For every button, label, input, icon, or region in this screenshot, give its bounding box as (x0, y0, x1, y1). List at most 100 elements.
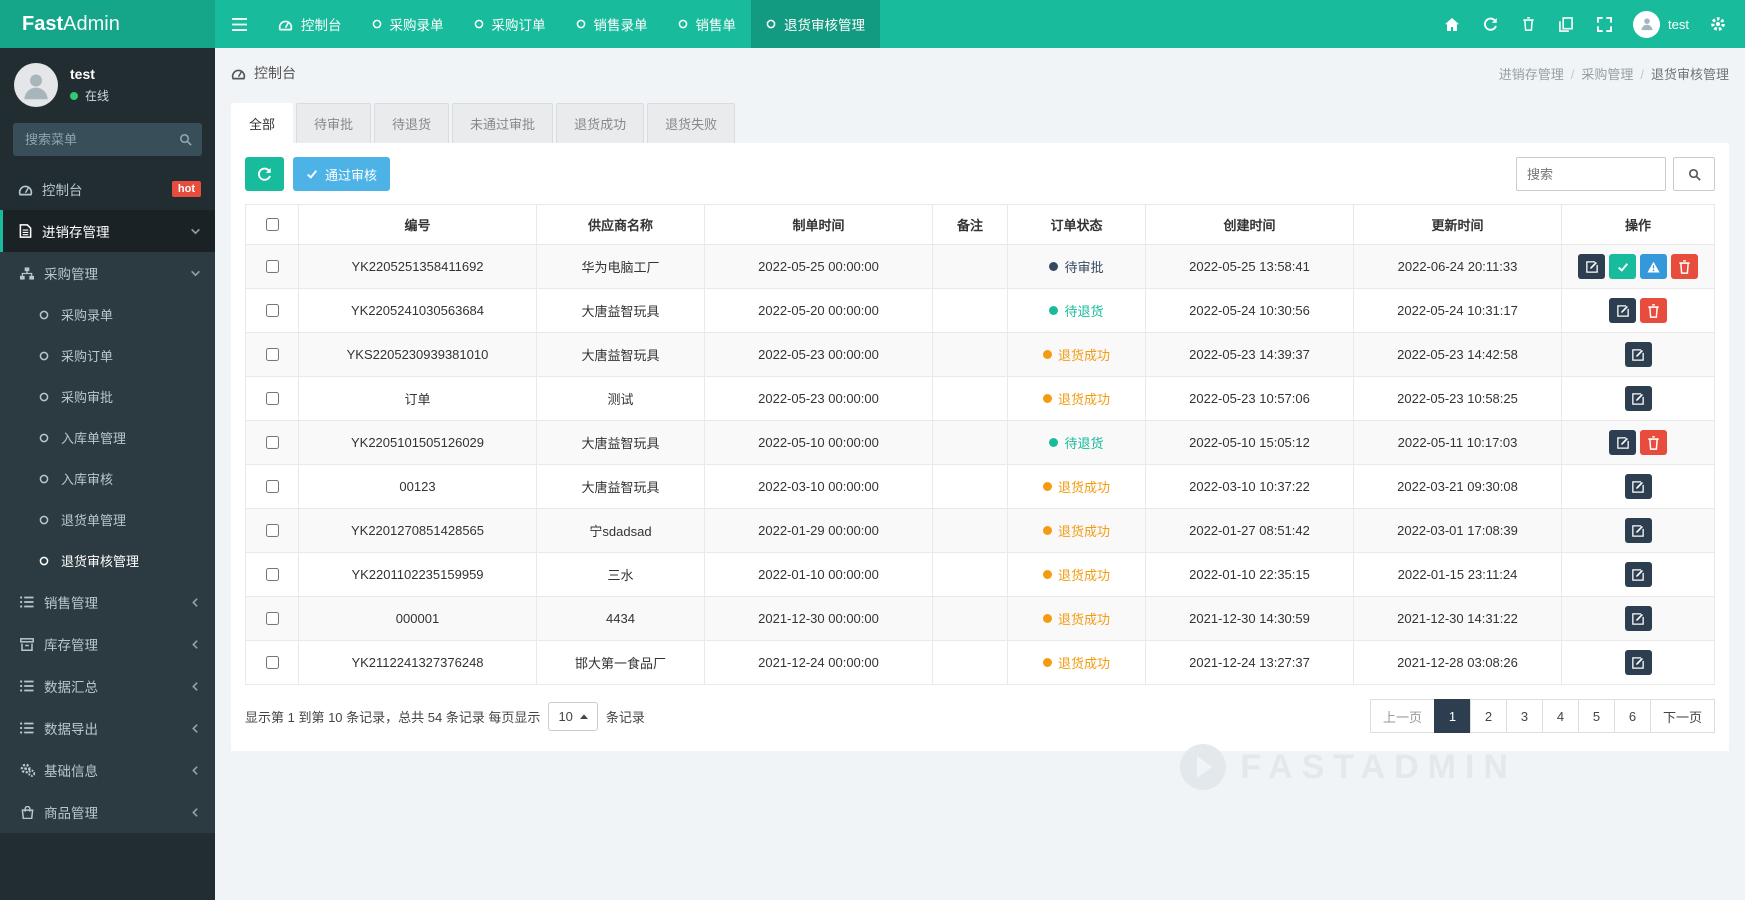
sidebar-item-label: 退货单管理 (61, 513, 127, 528)
column-header[interactable]: 操作 (1561, 204, 1715, 245)
topnav-tab[interactable]: 采购订单 (459, 0, 561, 48)
filter-tab[interactable]: 全部 (231, 103, 294, 143)
home-button[interactable] (1433, 0, 1471, 48)
sidebar-item[interactable]: 商品管理 (0, 791, 215, 833)
sidebar-item[interactable]: 基础信息 (0, 749, 215, 791)
topnav-tab[interactable]: 销售单 (663, 0, 752, 48)
delete-button[interactable] (1671, 254, 1698, 279)
chevron-down-icon (190, 268, 201, 279)
topnav-tab[interactable]: 控制台 (263, 0, 357, 48)
sidebar-item[interactable]: 采购管理 (0, 252, 215, 294)
menu-search-input[interactable] (13, 123, 202, 156)
row-checkbox[interactable] (266, 656, 279, 669)
trash-button[interactable] (1509, 0, 1547, 48)
row-checkbox[interactable] (266, 524, 279, 537)
sidebar-item[interactable]: 数据汇总 (0, 665, 215, 707)
settings-button[interactable] (1699, 0, 1737, 48)
row-checkbox[interactable] (266, 436, 279, 449)
edit-button[interactable] (1624, 386, 1652, 411)
edit-button[interactable] (1609, 298, 1636, 323)
column-header[interactable]: 备注 (932, 204, 1008, 245)
sidebar-item[interactable]: 销售管理 (0, 581, 215, 623)
sidebar-item[interactable]: 库存管理 (0, 623, 215, 665)
sidebar-item[interactable]: 入库单管理 (0, 417, 215, 458)
check-icon (1617, 261, 1629, 273)
page-button[interactable]: 6 (1613, 699, 1651, 733)
breadcrumb-item[interactable]: 退货审核管理 (1651, 67, 1729, 82)
row-checkbox[interactable] (266, 480, 279, 493)
delete-button[interactable] (1640, 430, 1667, 455)
row-checkbox[interactable] (266, 392, 279, 405)
row-checkbox[interactable] (266, 612, 279, 625)
edit-icon (1616, 436, 1629, 449)
page-button[interactable]: 4 (1541, 699, 1579, 733)
row-checkbox[interactable] (266, 568, 279, 581)
page-button[interactable]: 上一页 (1369, 699, 1435, 733)
sidebar-item[interactable]: 采购订单 (0, 335, 215, 376)
breadcrumb-item[interactable]: 采购管理 (1581, 67, 1633, 82)
approve-button[interactable] (1609, 254, 1636, 279)
sidebar-item[interactable]: 退货单管理 (0, 499, 215, 540)
row-checkbox[interactable] (266, 304, 279, 317)
user-menu[interactable]: test (1623, 0, 1699, 48)
topnav-tab[interactable]: 采购录单 (357, 0, 459, 48)
fullscreen-button[interactable] (1585, 0, 1623, 48)
edit-button[interactable] (1624, 518, 1652, 543)
column-header[interactable]: 制单时间 (704, 204, 933, 245)
row-checkbox[interactable] (266, 348, 279, 361)
sidebar-item-label: 进销存管理 (42, 225, 110, 240)
files-button[interactable] (1547, 0, 1585, 48)
topnav-tab[interactable]: 销售录单 (561, 0, 663, 48)
table-header-row: 编号 供应商名称 制单时间 备注 订单状态 创建时间 更新时间 操作 (245, 204, 1715, 245)
page-button[interactable]: 5 (1577, 699, 1615, 733)
sidebar-item[interactable]: 数据导出 (0, 707, 215, 749)
page-button[interactable]: 下一页 (1649, 699, 1715, 733)
search-button[interactable] (1673, 157, 1715, 191)
sidebar-item[interactable]: 退货审核管理 (0, 540, 215, 581)
sidebar-item[interactable]: 进销存管理 (0, 210, 215, 252)
page-button[interactable]: 3 (1505, 699, 1543, 733)
column-header[interactable]: 供应商名称 (536, 204, 705, 245)
sidebar-item[interactable]: 入库审核 (0, 458, 215, 499)
delete-button[interactable] (1640, 298, 1667, 323)
column-header[interactable]: 订单状态 (1007, 204, 1146, 245)
filter-tab[interactable]: 待退货 (374, 103, 450, 143)
sidebar-toggle-button[interactable] (215, 0, 263, 48)
edit-button[interactable] (1624, 606, 1652, 631)
breadcrumb-item[interactable]: 进销存管理 (1499, 67, 1564, 82)
filter-tab[interactable]: 待审批 (296, 103, 372, 143)
edit-button[interactable] (1578, 254, 1605, 279)
sidebar-item[interactable]: 采购录单 (0, 294, 215, 335)
brand-logo[interactable]: Fast Admin (0, 0, 215, 48)
approve-selected-button[interactable]: 通过审核 (293, 157, 391, 191)
filter-tab[interactable]: 退货成功 (556, 103, 645, 143)
edit-button[interactable] (1624, 474, 1652, 499)
column-header[interactable]: 创建时间 (1145, 204, 1354, 245)
filter-tab[interactable]: 退货失败 (647, 103, 736, 143)
table-row: YK2201102235159959 三水 2022-01-10 00:00:00 退… (245, 552, 1715, 597)
select-all-checkbox[interactable] (266, 218, 279, 231)
refresh-button[interactable] (1471, 0, 1509, 48)
page-button[interactable]: 1 (1433, 699, 1471, 733)
topnav-tab[interactable]: 退货审核管理 (751, 0, 880, 48)
edit-button[interactable] (1609, 430, 1636, 455)
refresh-button[interactable] (245, 157, 284, 191)
row-checkbox[interactable] (266, 260, 279, 273)
sidebar-item[interactable]: 控制台 hot (0, 168, 215, 210)
cell-id: YK2201102235159959 (298, 552, 537, 597)
sidebar-item[interactable]: 采购审批 (0, 376, 215, 417)
cell-id: YK2205241030563684 (298, 288, 537, 333)
edit-button[interactable] (1624, 562, 1652, 587)
column-header[interactable]: 编号 (298, 204, 537, 245)
page-size-select[interactable]: 10 (548, 701, 598, 731)
filter-tab[interactable]: 未通过审批 (452, 103, 554, 143)
search-input[interactable] (1516, 157, 1666, 191)
circle-icon (36, 515, 52, 525)
chevron-left-icon (190, 765, 201, 776)
warning-button[interactable] (1640, 254, 1667, 279)
page-button[interactable]: 2 (1469, 699, 1507, 733)
list-icon (19, 680, 35, 692)
column-header[interactable]: 更新时间 (1353, 204, 1562, 245)
edit-button[interactable] (1624, 342, 1652, 367)
edit-button[interactable] (1624, 650, 1652, 675)
